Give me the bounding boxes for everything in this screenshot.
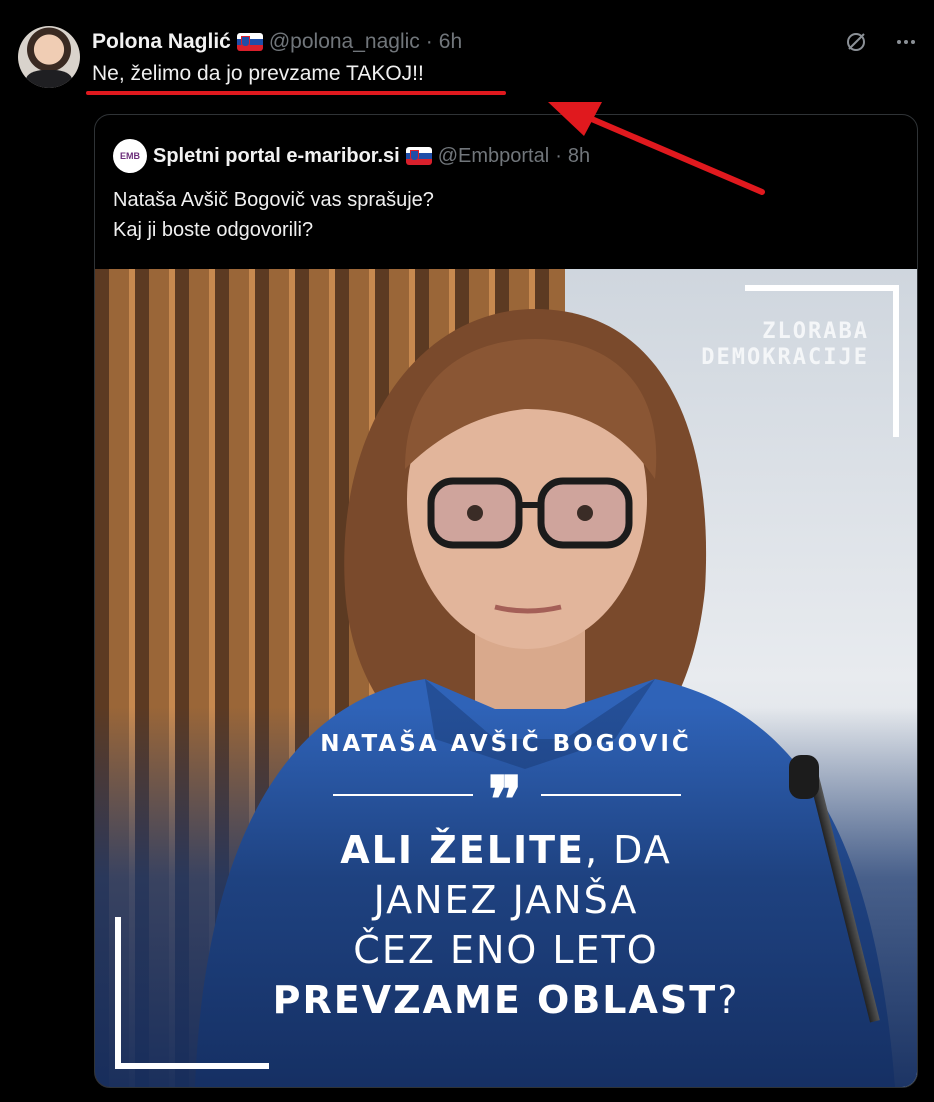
tweet-actions-top [842, 28, 920, 56]
tweet-page: Polona Naglić @polona_naglic · 6h Ne, že… [0, 0, 934, 1102]
slovenia-flag-icon [236, 33, 263, 51]
headline-line: ALI ŽELITE, DA [95, 825, 917, 875]
author-handle[interactable]: @polona_naglic [269, 30, 420, 54]
tweet-timestamp[interactable]: 6h [439, 30, 462, 54]
separator-dot: · [425, 30, 433, 53]
red-underline-annotation [86, 91, 506, 95]
brand-label: ZLORABA DEMOKRACIJE [701, 319, 869, 371]
quote-headline: ALI ŽELITE, DA JANEZ JANŠA ČEZ ENO LETO … [95, 825, 917, 1025]
headline-bold: ALI ŽELITE [340, 828, 585, 872]
quoted-avatar[interactable]: EMB [113, 139, 147, 173]
headline-text: ? [717, 978, 740, 1022]
quoted-display-name[interactable]: Spletni portal e-maribor.si [153, 145, 400, 168]
grok-icon[interactable] [842, 28, 870, 56]
microphone-icon [789, 755, 819, 799]
subject-name: NATAŠA AVŠIČ BOGOVIČ [320, 731, 692, 757]
author-display-name[interactable]: Polona Naglić [92, 30, 231, 54]
slovenia-flag-icon [405, 147, 432, 165]
headline-text: , DA [584, 828, 672, 872]
more-icon[interactable] [892, 28, 920, 56]
quoted-text-line: Nataša Avšič Bogovič vas sprašuje? [113, 189, 434, 211]
headline-bold: PREVZAME OBLAST [272, 978, 718, 1022]
divider-line-right [541, 794, 681, 796]
red-arrow-annotation [548, 102, 765, 195]
quoted-tweet-header: EMB Spletni portal e-maribor.si @Embport… [113, 139, 590, 173]
quote-mark-icon: ❞ [487, 763, 523, 838]
tweet-header: Polona Naglić @polona_naglic · 6h [92, 27, 462, 57]
quoted-tweet-text: Nataša Avšič Bogovič vas sprašuje? Kaj j… [113, 185, 434, 245]
divider-line-left [333, 794, 473, 796]
quoted-tweet-image[interactable]: ZLORABA DEMOKRACIJE NATAŠA AVŠIČ BOGOVIČ… [95, 269, 917, 1087]
brand-line: DEMOKRACIJE [701, 345, 869, 370]
tweet-text: Ne, želimo da jo prevzame TAKOJ!! [92, 62, 424, 85]
quoted-tweet-card[interactable]: EMB Spletni portal e-maribor.si @Embport… [94, 114, 918, 1088]
brand-line: ZLORABA [762, 319, 869, 344]
quoted-handle[interactable]: @Embportal [438, 145, 549, 168]
headline-line: PREVZAME OBLAST? [95, 975, 917, 1025]
headline-line: JANEZ JANŠA [373, 878, 639, 922]
quoted-text-line: Kaj ji boste odgovorili? [113, 219, 314, 241]
headline-line: ČEZ ENO LETO [353, 928, 659, 972]
avatar[interactable] [18, 26, 80, 88]
